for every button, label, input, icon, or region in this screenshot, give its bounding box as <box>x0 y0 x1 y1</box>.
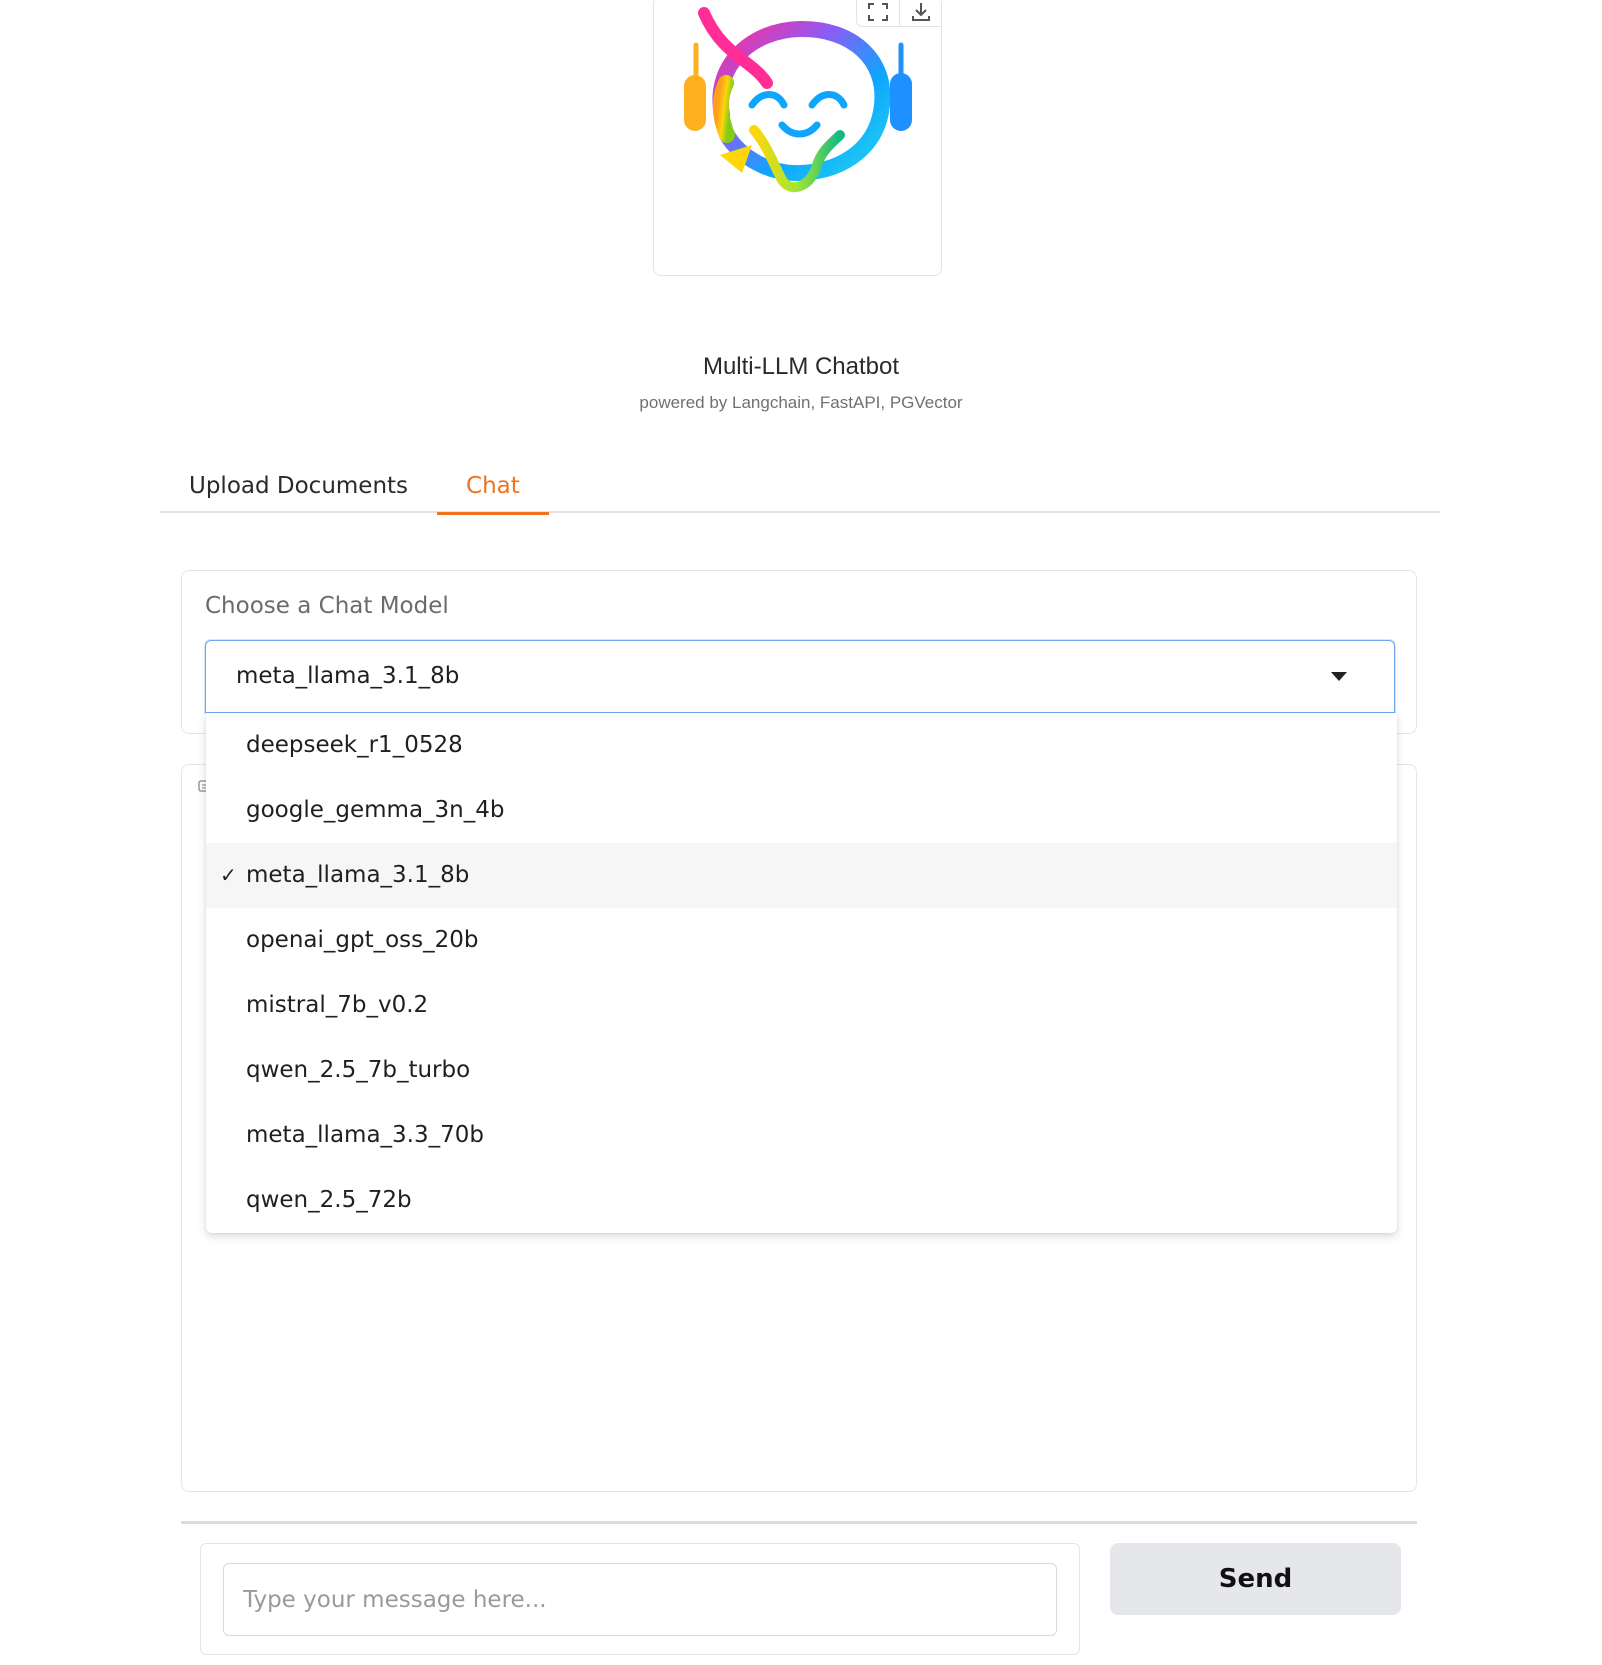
model-option[interactable]: qwen_2.5_72b <box>206 1168 1397 1233</box>
model-option[interactable]: google_gemma_3n_4b <box>206 778 1397 843</box>
page-title: Multi-LLM Chatbot <box>702 353 900 380</box>
tab-bar: Upload Documents Chat <box>160 458 1440 515</box>
model-option-label: meta_llama_3.1_8b <box>246 862 470 888</box>
model-option[interactable]: qwen_2.5_7b_turbo <box>206 1038 1397 1103</box>
model-dropdown-list: deepseek_r1_0528 google_gemma_3n_4b ✓ me… <box>206 713 1397 1233</box>
tab-chat[interactable]: Chat <box>437 458 549 515</box>
message-input[interactable] <box>223 1563 1057 1636</box>
divider <box>181 1521 1417 1524</box>
model-option-label: qwen_2.5_7b_turbo <box>246 1057 471 1083</box>
model-selector-block: Choose a Chat Model meta_llama_3.1_8b <box>181 570 1417 734</box>
model-selector-label: Choose a Chat Model <box>205 593 449 619</box>
checkmark-icon: ✓ <box>220 863 237 887</box>
logo-image-card <box>653 0 942 276</box>
caret-down-icon[interactable] <box>1331 672 1347 681</box>
model-select[interactable]: meta_llama_3.1_8b <box>205 640 1395 713</box>
model-option-label: openai_gpt_oss_20b <box>246 927 479 953</box>
model-option-label: qwen_2.5_72b <box>246 1187 412 1213</box>
model-option[interactable]: deepseek_r1_0528 <box>206 713 1397 778</box>
message-input-wrapper <box>200 1543 1080 1655</box>
model-option-label: mistral_7b_v0.2 <box>246 992 429 1018</box>
send-button[interactable]: Send <box>1110 1543 1401 1615</box>
model-option-label: meta_llama_3.3_70b <box>246 1122 484 1148</box>
model-option[interactable]: mistral_7b_v0.2 <box>206 973 1397 1038</box>
model-option-selected[interactable]: ✓ meta_llama_3.1_8b <box>206 843 1397 908</box>
page-subtitle: powered by Langchain, FastAPI, PGVector <box>639 393 963 412</box>
chatbot-logo <box>684 7 912 193</box>
model-select-value: meta_llama_3.1_8b <box>236 663 460 689</box>
model-option[interactable]: meta_llama_3.3_70b <box>206 1103 1397 1168</box>
model-option-label: google_gemma_3n_4b <box>246 797 505 823</box>
model-option[interactable]: openai_gpt_oss_20b <box>206 908 1397 973</box>
model-option-label: deepseek_r1_0528 <box>246 732 463 758</box>
tab-upload-documents[interactable]: Upload Documents <box>160 458 437 513</box>
